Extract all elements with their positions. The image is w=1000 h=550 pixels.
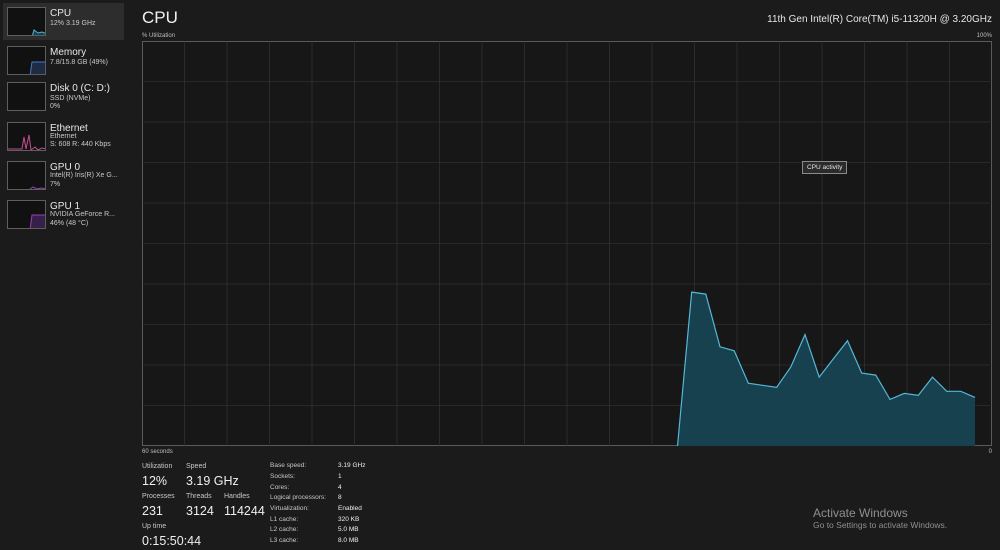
uptime-value: 0:15:50:44 — [142, 534, 202, 548]
cpu-activity-tooltip: CPU activity — [802, 161, 848, 174]
processes-label: Processes — [142, 493, 175, 500]
activation-watermark-title: Activate Windows — [813, 506, 908, 520]
spec-label: Base speed: — [270, 462, 307, 469]
spec-value: 8 — [338, 494, 342, 501]
utilization-axis-label: % Utilization — [142, 33, 176, 39]
page-title: CPU — [142, 8, 178, 27]
sidebar-item-title: Disk 0 (C: D:) — [50, 83, 110, 94]
sidebar-item-subtitle: SSD (NVMe) — [50, 95, 91, 102]
sidebar-item-subtitle: 12% 3.19 GHz — [50, 20, 96, 27]
cpu-performance-panel: CPU 11th Gen Intel(R) Core(TM) i5-11320H… — [130, 0, 1000, 550]
spec-label: Logical processors: — [270, 494, 326, 501]
threads-label: Threads — [186, 493, 212, 500]
handles-label: Handles — [224, 493, 250, 500]
sidebar-item-subtitle: NVIDIA GeForce R... — [50, 211, 115, 218]
spec-value: 5.0 MB — [338, 526, 359, 533]
spec-value: 4 — [338, 484, 342, 491]
processes-value: 231 — [142, 504, 163, 518]
time-range-label: 60 seconds — [142, 449, 173, 455]
sidebar-item-detail: 46% (48 °C) — [50, 220, 89, 227]
cpu-thumbnail-graph — [7, 7, 46, 36]
sidebar-item-memory[interactable]: Memory 7.8/15.8 GB (49%) — [3, 42, 124, 79]
sidebar-item-title: CPU — [50, 8, 72, 19]
memory-thumbnail-graph — [7, 46, 46, 75]
sidebar-item-title: Memory — [50, 47, 87, 58]
utilization-max-label: 100% — [976, 33, 992, 39]
gpu0-thumbnail-graph — [7, 161, 46, 190]
speed-value: 3.19 GHz — [186, 474, 239, 488]
cpu-utilization-graph — [142, 41, 992, 446]
sidebar-item-subtitle: Ethernet — [50, 133, 77, 140]
ethernet-thumbnail-graph — [7, 122, 46, 151]
activation-watermark-subtitle: Go to Settings to activate Windows. — [813, 520, 948, 530]
sidebar-item-detail: S: 608 R: 440 Kbps — [50, 141, 111, 148]
spec-label: L1 cache: — [270, 516, 299, 523]
uptime-label: Up time — [142, 523, 167, 530]
spec-label: Cores: — [270, 484, 290, 491]
sidebar-item-subtitle: 7.8/15.8 GB (49%) — [50, 59, 108, 66]
spec-value: 3.19 GHz — [338, 462, 366, 469]
sidebar-item-ethernet[interactable]: Ethernet Ethernet S: 608 R: 440 Kbps — [3, 118, 124, 155]
speed-label: Speed — [186, 463, 207, 470]
sidebar: CPU 12% 3.19 GHz Memory 7.8/15.8 GB (49%… — [0, 0, 130, 550]
threads-value: 3124 — [186, 504, 214, 518]
sidebar-item-disk[interactable]: Disk 0 (C: D:) SSD (NVMe) 0% — [3, 78, 124, 115]
graph-min-label: 0 — [988, 449, 992, 455]
gpu1-thumbnail-graph — [7, 200, 46, 229]
sidebar-item-gpu1[interactable]: GPU 1 NVIDIA GeForce R... 46% (48 °C) — [3, 196, 124, 233]
disk-thumbnail-graph — [7, 82, 46, 111]
sidebar-item-detail: 0% — [50, 103, 61, 110]
spec-label: Sockets: — [270, 473, 295, 480]
utilization-label: Utilization — [142, 463, 173, 470]
handles-value: 114244 — [224, 504, 265, 518]
sidebar-item-subtitle: Intel(R) Iris(R) Xe G... — [50, 172, 118, 179]
spec-value: 8.0 MB — [338, 537, 359, 544]
spec-value: Enabled — [338, 505, 362, 512]
cpu-model-name: 11th Gen Intel(R) Core(TM) i5-11320H @ 3… — [767, 14, 992, 25]
spec-label: Virtualization: — [270, 505, 309, 512]
sidebar-item-gpu0[interactable]: GPU 0 Intel(R) Iris(R) Xe G... 7% — [3, 157, 124, 194]
spec-value: 1 — [338, 473, 342, 480]
spec-value: 320 KB — [338, 516, 360, 523]
spec-label: L3 cache: — [270, 537, 299, 544]
sidebar-item-detail: 7% — [50, 181, 61, 188]
spec-label: L2 cache: — [270, 526, 299, 533]
utilization-value: 12% — [142, 474, 168, 488]
sidebar-item-cpu[interactable]: CPU 12% 3.19 GHz — [3, 3, 124, 40]
